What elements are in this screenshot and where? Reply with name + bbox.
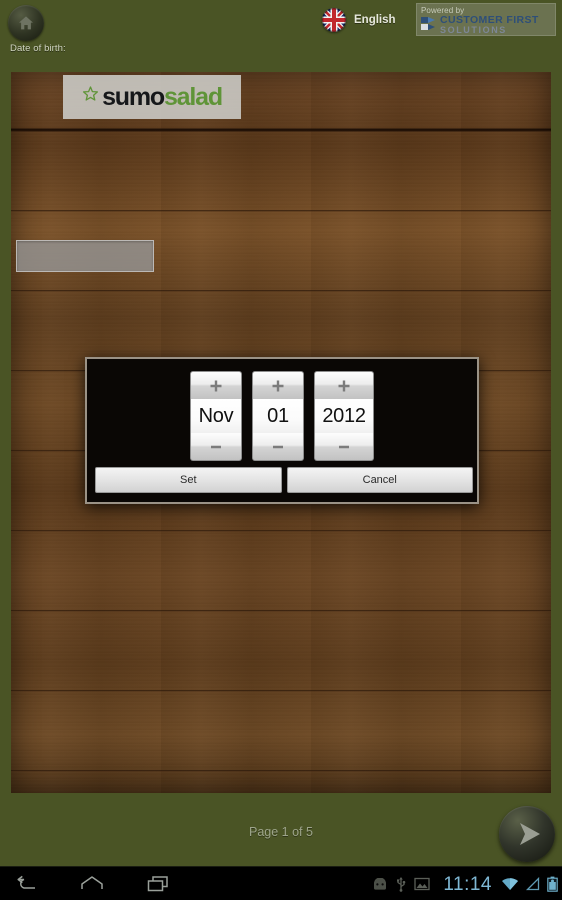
- minus-icon: [336, 439, 352, 455]
- date-of-birth-input[interactable]: [16, 240, 154, 272]
- customer-first-mark-icon: [421, 16, 437, 35]
- day-value[interactable]: 01: [252, 399, 304, 433]
- year-decrement-button[interactable]: [314, 433, 374, 461]
- day-spinner: 01: [252, 371, 304, 461]
- logo-text-salad: salad: [163, 83, 223, 111]
- plank-divider: [11, 290, 551, 292]
- status-clock: 11:14: [443, 873, 492, 895]
- status-icons: 11:14: [372, 867, 558, 900]
- navigation-buttons: [10, 867, 174, 900]
- set-button[interactable]: Set: [95, 467, 282, 493]
- date-spinner-row: Nov 01 2012: [95, 371, 469, 461]
- day-decrement-button[interactable]: [252, 433, 304, 461]
- plank-divider: [11, 770, 551, 772]
- plank-divider: [11, 130, 551, 132]
- minus-icon: [208, 439, 224, 455]
- image-icon: [414, 877, 431, 891]
- date-picker-dialog: Nov 01 2012 Set Cancel: [85, 357, 479, 504]
- plank-divider: [11, 530, 551, 532]
- home-icon: [16, 13, 36, 33]
- home-icon: [80, 875, 104, 893]
- home-button[interactable]: [8, 5, 44, 41]
- dialog-button-row: Set Cancel: [95, 467, 473, 493]
- plus-icon: [208, 378, 224, 394]
- battery-icon: [547, 876, 558, 892]
- next-page-button[interactable]: [499, 806, 555, 862]
- powered-by-logo: Powered by CUSTOMER FIRST SOLUTIONS: [416, 3, 556, 36]
- top-bar: Date of birth: English Powered by CUSTOM…: [0, 0, 562, 72]
- sumosalad-logo: sumosalad: [63, 75, 241, 119]
- month-value[interactable]: Nov: [190, 399, 242, 433]
- signal-triangle-icon: [526, 877, 540, 891]
- plank-divider: [11, 210, 551, 212]
- brand-name-line2: SOLUTIONS: [440, 25, 507, 35]
- year-spinner: 2012: [314, 371, 374, 461]
- month-spinner: Nov: [190, 371, 242, 461]
- android-system-bar: 11:14: [0, 866, 562, 900]
- sumosalad-wordmark: sumosalad: [102, 83, 223, 111]
- month-decrement-button[interactable]: [190, 433, 242, 461]
- language-label: English: [354, 14, 396, 26]
- year-increment-button[interactable]: [314, 371, 374, 399]
- year-value[interactable]: 2012: [314, 399, 374, 433]
- recent-apps-icon: [146, 875, 170, 893]
- month-increment-button[interactable]: [190, 371, 242, 399]
- logo-text-sumo: sumo: [102, 83, 165, 111]
- back-button[interactable]: [10, 867, 42, 900]
- day-increment-button[interactable]: [252, 371, 304, 399]
- recent-apps-button[interactable]: [142, 867, 174, 900]
- app-screen: Date of birth: English Powered by CUSTOM…: [0, 0, 562, 900]
- union-jack-flag-icon: [322, 8, 346, 32]
- date-of-birth-label: Date of birth:: [10, 43, 66, 54]
- plank-divider: [11, 610, 551, 612]
- minus-icon: [270, 439, 286, 455]
- play-arrow-icon: [510, 818, 545, 850]
- plus-icon: [336, 378, 352, 394]
- cancel-button[interactable]: Cancel: [286, 467, 473, 493]
- language-selector[interactable]: English: [322, 8, 396, 32]
- back-arrow-icon: [15, 875, 37, 893]
- home-button[interactable]: [76, 867, 108, 900]
- page-indicator: Page 1 of 5: [249, 825, 313, 839]
- android-head-icon: [372, 877, 388, 891]
- plus-icon: [270, 378, 286, 394]
- usb-icon: [395, 876, 407, 892]
- wifi-icon: [501, 877, 519, 891]
- plank-divider: [11, 690, 551, 692]
- star-flower-icon: [82, 86, 99, 108]
